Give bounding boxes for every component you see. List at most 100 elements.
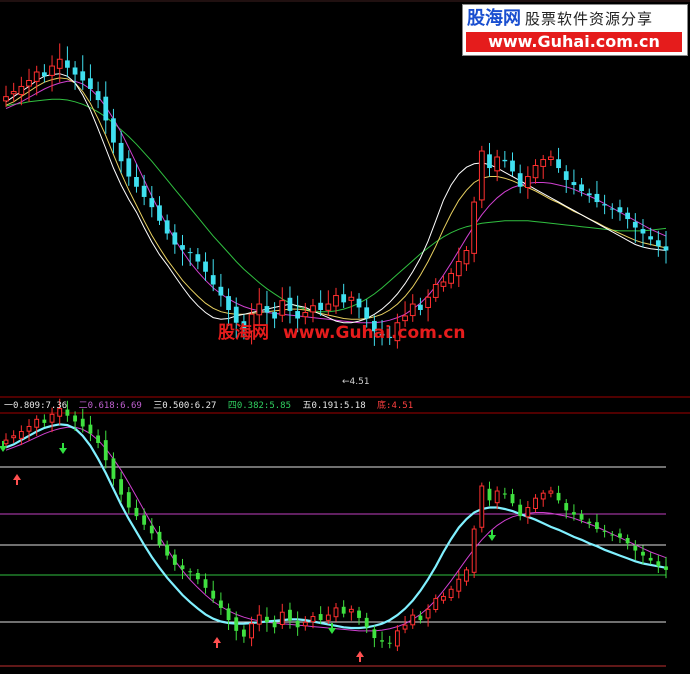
lower-candle-body-down [380,640,384,642]
lower-candle-body-up [3,439,9,445]
lower-candle-body-down [226,608,231,621]
candle-body-down [625,212,631,220]
candle-body-down [95,91,101,101]
lower-candle-body-up [394,630,400,647]
lower-candle-body-up [310,616,316,623]
lower-candle-body-down [103,440,108,461]
fib-level-4: 四0.382:5.85 [227,401,292,411]
candle-body-down [640,229,646,234]
lower-candle-body-up [34,418,40,428]
lower-candle-body-down [664,566,668,570]
lower-panel-fib-lines [0,466,666,667]
lower-candle-body-down [656,561,661,567]
lower-candle-body-down [234,617,239,631]
candle-body-down [586,193,592,196]
candle-body-down [164,220,170,234]
candle-body-up [10,91,17,95]
candle-body-down [663,246,669,251]
candle-body-up [3,96,9,102]
candle-body-up [333,295,339,307]
lower-candle-body-down [96,435,101,443]
candle-body-down [111,118,116,143]
candle-body-down [118,142,124,162]
lower-candle-body-down [180,565,185,570]
lower-candle-body-up [494,490,500,504]
candle-body-up [432,284,439,298]
lower-candle-body-up [479,485,485,528]
lower-candle-body-down [149,525,154,534]
lower-candle-body-down [610,534,615,536]
lower-candle-body-down [518,504,523,517]
candle-body-down [65,60,70,68]
lower-candle-body-up [11,435,17,439]
lower-candle-body-down [579,514,584,520]
candle-body-down [134,176,139,187]
lower-candle-body-down [502,493,507,495]
lower-candle-body-down [265,616,269,623]
lower-candle-body-up [333,607,339,618]
lower-candle-body-up [425,608,431,619]
candle-body-down [617,207,623,213]
candle-body-down [609,208,615,210]
candle-body-down [149,198,155,208]
site-slogan: 股票软件资源分享 [525,10,654,28]
watermark-url: www.Guhai.com.cn [283,323,466,343]
lower-candle-body-down [142,515,147,525]
center-watermark: 股海网 www.Guhai.com.cn [218,320,466,346]
lower-candle-body-down [618,533,622,538]
lower-candle-body-down [73,415,77,422]
candle-body-up [279,300,286,316]
lower-candle-body-down [625,538,630,544]
lower-candle-body-down [341,606,346,614]
lower-candle-body-up [256,614,262,625]
candle-body-up [532,165,539,179]
candle-body-down [80,71,86,81]
lower-candle-body-down [119,479,124,495]
lower-candle-body-down [602,530,607,532]
candle-body-down [264,306,270,313]
lower-candle-body-down [510,494,515,504]
lower-candle-body-down [564,503,569,511]
buy-arrow-icon [213,637,221,643]
candle-body-down [571,182,577,186]
site-brand: 股海网 [467,8,521,29]
candle-body-up [463,250,470,265]
site-logo: 股海网 股票软件资源分享 www.Guhai.com.cn [462,4,688,56]
sell-arrow-icon [59,448,67,454]
candle-body-down [126,158,132,177]
lower-candle-body-down [218,600,223,608]
lower-candle-body-down [295,620,300,628]
fib-level-2: 二0.618:6.69 [78,401,142,411]
candle-body-down [579,184,584,191]
lower-candle-body-up [348,608,354,613]
candle-body-up [494,156,501,172]
lower-candle-body-up [402,624,408,630]
candle-body-down [210,275,216,285]
lower-candle-body-up [410,614,416,626]
candle-body-up [56,58,63,69]
lower-candle-body-up [49,413,55,423]
candle-body-down [272,312,277,319]
candle-body-up [310,305,316,313]
candle-body-down [594,193,600,203]
candle-body-up [325,303,332,311]
lower-candle-body-up [464,569,469,582]
candle-body-down [655,240,661,247]
lower-candle-body-down [203,579,208,588]
lower-candle-body-down [418,615,423,621]
lower-candle-body-down [487,488,492,501]
lower-candle-body-down [172,554,177,565]
fib-level-1: 一0.809:7.36 [4,401,68,411]
lower-candle-body-down [241,629,246,637]
fib-level-bottom: 底:4.51 [377,401,414,411]
fib-level-5: 五0.191:5.18 [302,401,366,411]
lower-candle-body-up [471,528,477,573]
lower-candle-body-up [533,497,538,510]
candle-body-down [141,185,147,197]
lower-candle-body-down [357,610,361,618]
candle-body-down [287,297,293,311]
candle-body-down [632,221,638,228]
candle-body-up [18,85,25,96]
lower-candle-body-down [372,629,377,639]
sell-arrow-icon [488,535,496,541]
